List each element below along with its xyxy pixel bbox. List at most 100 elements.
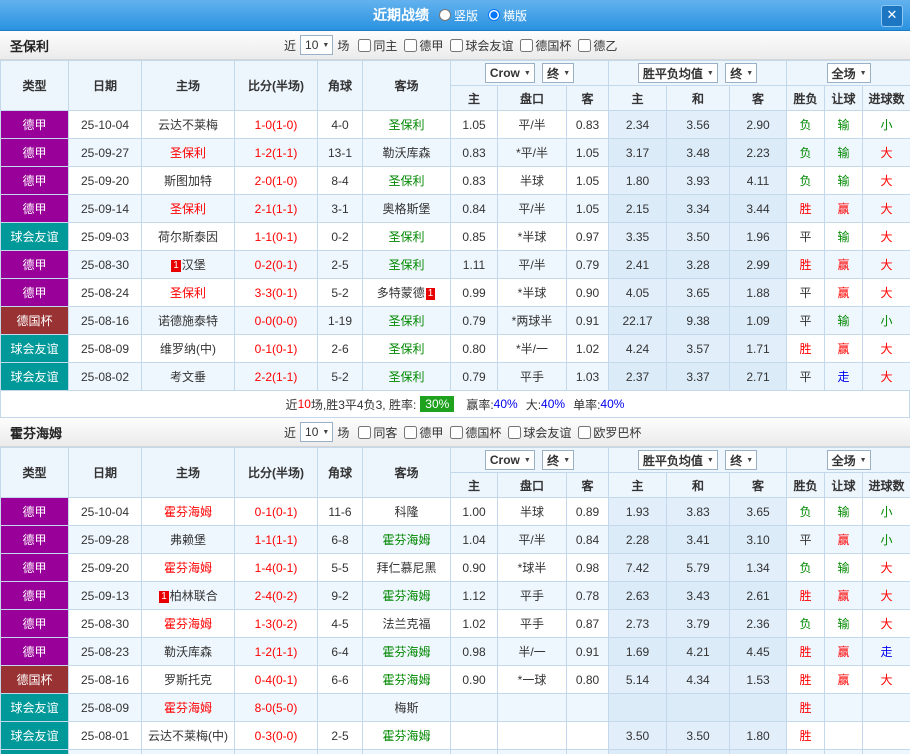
filter-europa-league[interactable]: 欧罗巴杯 (578, 424, 641, 441)
bundesliga-checkbox[interactable] (404, 38, 418, 52)
handicap-line: 半/一 (497, 637, 567, 666)
result-label: 胜 (786, 581, 826, 610)
euro-stage-select[interactable]: 终 ▼ (725, 63, 758, 83)
score: 2-0(1-0) (234, 166, 318, 195)
handicap-result-label (824, 721, 864, 750)
same-away-checkbox[interactable] (358, 425, 372, 439)
result-label: 胜 (786, 721, 826, 750)
match-count-select[interactable]: 10 ▼ (300, 422, 334, 442)
team-name-text: 弗赖堡 (169, 533, 206, 547)
goals-result-label: 大 (862, 278, 910, 307)
home-team: 荷尔斯泰因 (141, 222, 235, 251)
chevron-down-icon: ▼ (322, 41, 330, 49)
dfb-pokal-checkbox[interactable] (450, 425, 464, 439)
horizontal-layout-radio[interactable] (488, 9, 500, 21)
odds-stage-select[interactable]: 终 ▼ (542, 63, 575, 83)
col-header-asian-home: 主 (450, 472, 498, 498)
club-friendly-checkbox[interactable] (450, 38, 464, 52)
close-button[interactable]: ✕ (881, 5, 903, 27)
handicap-result-label: 输 (824, 110, 864, 139)
score: 1-2(1-1) (234, 637, 318, 666)
filter-same-away[interactable]: 同客 (358, 424, 397, 441)
odds-company-select[interactable]: Crow ▼ (484, 450, 535, 470)
match-count-select[interactable]: 10 ▼ (300, 35, 334, 55)
euro-win-odds: 22.17 (608, 306, 668, 335)
handicap-away-odds: 0.91 (565, 306, 610, 335)
handicap-home-odds: 0.83 (450, 166, 498, 195)
filter-club-friendly[interactable]: 球会友谊 (450, 37, 513, 54)
handicap-result-label: 赢 (824, 637, 864, 666)
euro-mean-select[interactable]: 胜平负均值 ▼ (637, 450, 718, 470)
euro-win-odds: 2.15 (608, 194, 668, 223)
filter-club-friendly[interactable]: 球会友谊 (508, 424, 571, 441)
bundesliga-checkbox[interactable] (404, 425, 418, 439)
dfb-pokal-checkbox[interactable] (520, 38, 534, 52)
away-team: 圣保利 (362, 166, 451, 195)
home-team: 斯图加特 (141, 166, 235, 195)
euro-win-odds: 4.05 (608, 278, 668, 307)
handicap-line: *平/半 (497, 138, 567, 167)
handicap-home-odds: 0.90 (450, 553, 498, 582)
bundesliga2-checkbox[interactable] (578, 38, 592, 52)
matches-table-hoffenheim: 类型 日期 主场 比分(半场) 角球 客场 Crow ▼ 终 ▼ 胜平负均值 ▼ 终 ▼… (0, 447, 910, 754)
score: 0-1(0-1) (234, 334, 318, 363)
match-row: 德甲 25-09-14 圣保利 2-1(1-1) 3-1 奥格斯堡 0.84 平… (0, 194, 910, 223)
goals-result-label: 大 (862, 194, 910, 223)
club-friendly-checkbox[interactable] (508, 425, 522, 439)
vertical-layout-radio[interactable] (438, 9, 451, 21)
match-row: 球会友谊 25-09-03 荷尔斯泰因 1-1(0-1) 0-2 圣保利 0.8… (0, 222, 910, 251)
europa-league-checkbox[interactable] (578, 425, 592, 439)
handicap-result-label: 赢 (824, 665, 864, 694)
table-header: 类型 日期 主场 比分(半场) 角球 客场 Crow ▼ 终 ▼ 胜平负均值 ▼ 终 ▼… (0, 60, 910, 111)
scope-select[interactable]: 全场 ▼ (826, 450, 871, 470)
score: 0-4(0-1) (234, 665, 318, 694)
team-name-text: 拜仁慕尼黑 (376, 561, 437, 575)
odds-stage-select[interactable]: 终 ▼ (542, 450, 575, 470)
handicap-home-odds: 0.80 (450, 334, 498, 363)
match-date: 25-08-01 (68, 749, 142, 754)
match-row: 球会友谊 25-08-09 维罗纳(中) 0-1(0-1) 2-6 圣保利 0.… (0, 334, 910, 363)
odds-company-select[interactable]: Crow ▼ (484, 63, 535, 83)
match-date: 25-09-20 (68, 166, 142, 195)
goals-result-label: 大 (862, 222, 910, 251)
result-label: 胜 (786, 637, 826, 666)
horizontal-layout-option[interactable]: 横版 (488, 7, 527, 24)
red-card-badge: 1 (159, 591, 169, 603)
recent-results-window: 近期战绩 竖版 横版 ✕ 圣保利 近 10 ▼ 场 同主 德甲 球会友谊 德国杯 … (0, 0, 910, 754)
chevron-down-icon: ▼ (746, 456, 754, 464)
match-date: 25-08-16 (68, 665, 142, 694)
handicap-away-odds: 0.78 (565, 581, 610, 610)
chevron-down-icon: ▼ (563, 456, 571, 464)
filter-dfb-pokal[interactable]: 德国杯 (520, 37, 571, 54)
euro-mean-select[interactable]: 胜平负均值 ▼ (637, 63, 718, 83)
result-label: 平 (786, 278, 826, 307)
filter-dfb-pokal[interactable]: 德国杯 (450, 424, 501, 441)
corner-score: 6-8 (317, 525, 363, 554)
filter-bundesliga[interactable]: 德甲 (404, 37, 443, 54)
team-name-text: 圣保利 (388, 370, 425, 384)
league-badge: 德国杯 (0, 306, 69, 335)
filter-bundesliga[interactable]: 德甲 (404, 424, 443, 441)
result-label: 负 (786, 497, 826, 526)
match-row: 球会友谊 25-08-01 云达不莱梅(中) 0-1(0-1) 4-5 霍芬海姆… (0, 749, 910, 754)
handicap-home-odds: 1.00 (450, 497, 498, 526)
same-home-checkbox[interactable] (358, 38, 372, 52)
filter-same-home[interactable]: 同主 (358, 37, 397, 54)
corner-score: 13-1 (317, 138, 363, 167)
away-team: 霍芬海姆 (362, 637, 451, 666)
handicap-result-label: 赢 (824, 250, 864, 279)
filter-bundesliga2[interactable]: 德乙 (578, 37, 617, 54)
scope-select[interactable]: 全场 ▼ (826, 63, 871, 83)
col-header-goals: 进球数 (862, 85, 910, 111)
handicap-result-label: 赢 (824, 194, 864, 223)
euro-draw-odds: 3.50 (666, 222, 731, 251)
vertical-layout-option[interactable]: 竖版 (438, 7, 478, 24)
league-badge: 球会友谊 (0, 222, 69, 251)
euro-stage-select[interactable]: 终 ▼ (725, 450, 758, 470)
away-team: 科隆 (362, 497, 451, 526)
euro-win-odds: 2.41 (608, 250, 668, 279)
team-name-text: 霍芬海姆 (163, 701, 212, 715)
team-name-text: 勒沃库森 (163, 645, 212, 659)
col-header-result: 胜负 (786, 472, 826, 498)
score: 2-1(1-1) (234, 194, 318, 223)
